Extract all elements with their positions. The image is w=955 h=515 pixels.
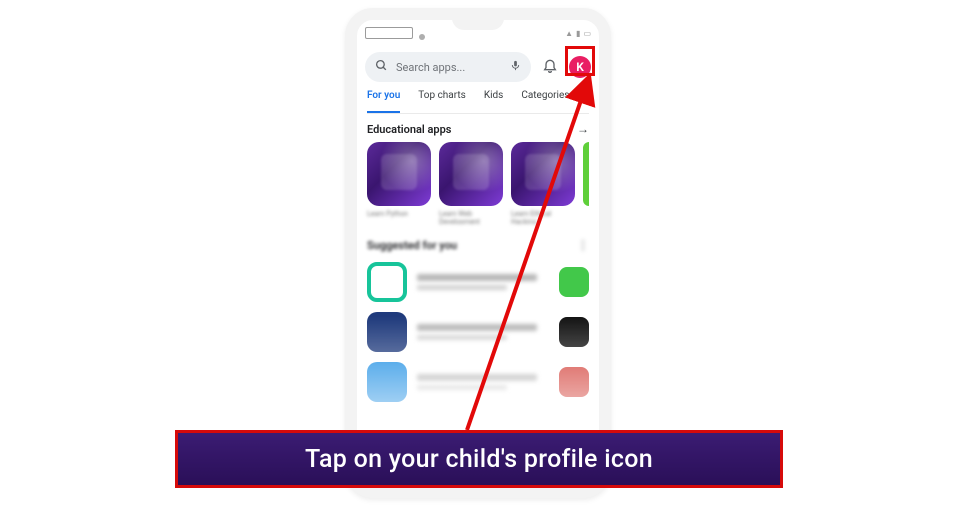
section-title-educational: Educational apps (367, 123, 451, 136)
wifi-icon: ▲ (565, 30, 573, 38)
annotation-caption-text: Tap on your child's profile icon (305, 445, 653, 474)
app-row[interactable]: Learn Python Learn Web Development Learn… (367, 142, 589, 224)
notifications-button[interactable] (539, 57, 561, 77)
list-item[interactable] (367, 362, 589, 402)
list-item[interactable] (367, 312, 589, 352)
search-icon (375, 59, 388, 76)
annotation-caption: Tap on your child's profile icon (175, 430, 783, 488)
app-thumb (367, 142, 431, 206)
list-text (417, 374, 549, 390)
status-bar: ▲ ▮ ▭ (365, 26, 591, 42)
tab-kids[interactable]: Kids (484, 90, 504, 113)
more-icon[interactable]: ⋮ (577, 238, 589, 252)
app-thumb (511, 142, 575, 206)
tab-categories[interactable]: Categories (521, 90, 569, 113)
profile-avatar[interactable]: K (569, 56, 591, 78)
list-text (417, 274, 549, 290)
list-thumb (367, 262, 407, 302)
section-educational: Educational apps → Learn Python Learn We… (367, 122, 589, 224)
status-clock-box (365, 27, 413, 39)
chevron-right-icon[interactable]: → (577, 122, 589, 136)
list-side-thumb (559, 267, 589, 297)
tabs-row: For you Top charts Kids Categories (367, 90, 589, 114)
section-suggested: Suggested for you ⋮ (367, 238, 589, 402)
app-card-partial[interactable] (583, 142, 589, 206)
app-card[interactable]: Learn Web Development (439, 142, 503, 224)
app-thumb (439, 142, 503, 206)
list-item[interactable] (367, 262, 589, 302)
app-caption: Learn Web Development (439, 210, 503, 224)
tab-top-charts[interactable]: Top charts (418, 90, 466, 113)
app-caption: Learn Ethical Hacking (511, 210, 575, 224)
signal-icon: ▮ (576, 30, 580, 38)
list-text (417, 324, 549, 340)
list-thumb (367, 312, 407, 352)
app-caption: Learn Python (367, 210, 431, 224)
search-input[interactable]: Search apps... (365, 52, 531, 82)
status-dot-icon (419, 34, 425, 40)
list-thumb (367, 362, 407, 402)
phone-mockup: ▲ ▮ ▭ Search apps... K (345, 8, 611, 498)
list-side-thumb (559, 317, 589, 347)
app-card[interactable]: Learn Python (367, 142, 431, 224)
search-row: Search apps... K (365, 50, 591, 84)
battery-icon: ▭ (583, 30, 591, 38)
search-placeholder: Search apps... (396, 61, 502, 74)
tab-for-you[interactable]: For you (367, 90, 400, 113)
status-icons: ▲ ▮ ▭ (565, 30, 591, 38)
app-card[interactable]: Learn Ethical Hacking (511, 142, 575, 224)
list-side-thumb (559, 367, 589, 397)
mic-icon[interactable] (510, 59, 521, 75)
section-title-suggested: Suggested for you (367, 239, 457, 252)
avatar-initial: K (576, 60, 584, 74)
illustration-stage: ▲ ▮ ▭ Search apps... K (0, 0, 955, 515)
